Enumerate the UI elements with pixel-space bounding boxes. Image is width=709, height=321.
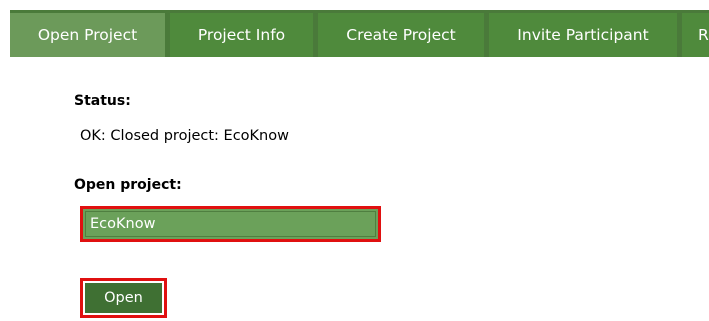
tab-open-project[interactable]: Open Project: [10, 13, 165, 57]
tab-label: Invite Participant: [517, 26, 649, 44]
open-button-label: Open: [85, 283, 162, 313]
project-select-value: EcoKnow: [85, 211, 376, 237]
open-button[interactable]: Open: [80, 278, 167, 318]
tab-project-info[interactable]: Project Info: [170, 13, 313, 57]
tab-label: Create Project: [346, 26, 456, 44]
tab-create-project[interactable]: Create Project: [318, 13, 484, 57]
status-label: Status:: [74, 93, 131, 109]
project-select[interactable]: EcoKnow: [80, 206, 381, 242]
page: Open Project Project Info Create Project…: [0, 0, 709, 321]
open-project-label: Open project:: [74, 177, 182, 193]
tab-label: R: [698, 26, 709, 44]
tab-label: Open Project: [37, 26, 138, 44]
status-message: OK: Closed project: EcoKnow: [80, 128, 289, 144]
tab-truncated[interactable]: R: [682, 13, 709, 57]
tab-bar: Open Project Project Info Create Project…: [10, 10, 709, 57]
tab-invite-participant[interactable]: Invite Participant: [489, 13, 677, 57]
tab-label: Project Info: [197, 26, 286, 44]
